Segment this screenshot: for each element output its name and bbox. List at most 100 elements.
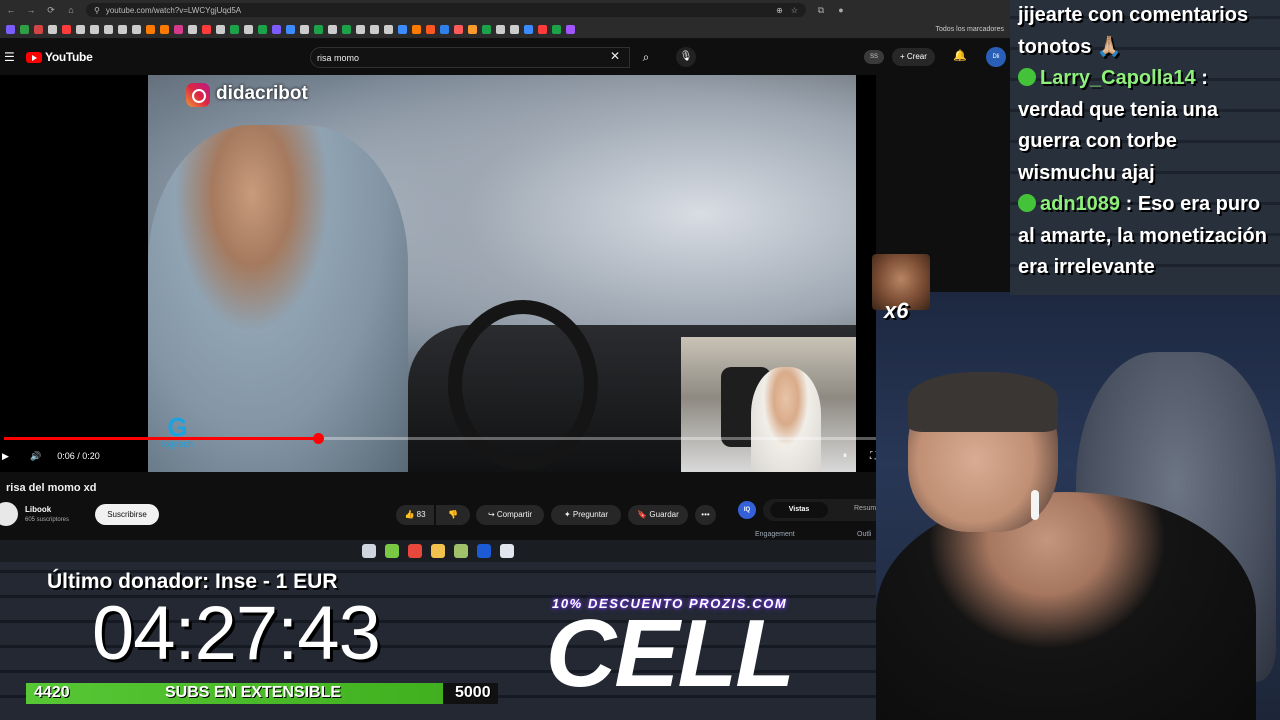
bookmark-favicon-icon[interactable] [510, 24, 519, 34]
taskbar-app-icon[interactable] [500, 544, 514, 558]
bookmark-favicon-icon[interactable] [202, 24, 211, 34]
bookmark-favicon-icon[interactable] [454, 24, 463, 34]
bookmark-favicon-icon[interactable] [384, 24, 393, 34]
outline-label: Outli [857, 531, 872, 538]
taskbar-app-icon[interactable] [362, 544, 376, 558]
share-button[interactable]: ↪ Compartir [476, 505, 544, 525]
logitech-g-icon: G [167, 412, 188, 442]
forward-icon[interactable]: → [26, 5, 36, 15]
cell-brand-logo: CELL [545, 600, 796, 707]
bookmark-favicon-icon[interactable] [412, 24, 421, 34]
search-icon[interactable]: ⌕ [634, 47, 658, 68]
iq-extension-badge[interactable]: IQ [738, 501, 756, 519]
miniplayer-pause-icon[interactable]: ⏸ [843, 451, 847, 461]
bookmark-favicon-icon[interactable] [314, 24, 323, 34]
bookmark-favicon-icon[interactable] [20, 24, 29, 34]
site-info-icon[interactable]: ⚲ [94, 6, 100, 15]
bookmark-favicon-icon[interactable] [356, 24, 365, 34]
youtube-play-icon [26, 51, 42, 63]
bookmark-favicon-icon[interactable] [62, 24, 71, 34]
save-button[interactable]: 🔖 Guardar [628, 505, 688, 525]
bookmark-favicon-icon[interactable] [230, 24, 239, 34]
bookmark-favicon-icon[interactable] [48, 24, 57, 34]
bookmark-favicon-icon[interactable] [244, 24, 253, 34]
time-display: 0:06 / 0:20 [57, 451, 100, 461]
bookmark-favicon-icon[interactable] [426, 24, 435, 34]
bookmark-favicon-icon[interactable] [216, 24, 225, 34]
microphone-icon[interactable]: 🎙 [676, 47, 696, 67]
progress-scrubber[interactable] [312, 433, 324, 444]
bookmark-favicon-icon[interactable] [160, 24, 169, 34]
bookmark-favicon-icon[interactable] [90, 24, 99, 34]
bookmark-favicon-icon[interactable] [34, 24, 43, 34]
bookmark-favicon-icon[interactable] [146, 24, 155, 34]
volume-icon[interactable]: 🔊 [30, 451, 41, 462]
reload-icon[interactable]: ⟳ [46, 5, 56, 16]
bookmark-favicon-icon[interactable] [300, 24, 309, 34]
bookmark-favicon-icon[interactable] [398, 24, 407, 34]
progress-bar[interactable] [4, 433, 876, 444]
url-bar[interactable]: ⚲ youtube.com/watch?v=LWCYgjUqd5A ⊕ ☆ [86, 3, 806, 17]
more-options-button[interactable]: ••• [695, 505, 716, 525]
bookmark-favicon-icon[interactable] [76, 24, 85, 34]
chat-badge-icon [1018, 68, 1036, 86]
channel-name[interactable]: Libook [25, 505, 51, 514]
youtube-header: ☰ YouTube risa momo ✕ ⌕ 🎙 SS + Crear 🔔 D… [0, 39, 1010, 75]
bookmark-star-icon[interactable]: ☆ [791, 6, 798, 15]
bookmark-favicon-icon[interactable] [188, 24, 197, 34]
dislike-button[interactable]: 👎 [436, 505, 470, 525]
bookmark-favicon-icon[interactable] [370, 24, 379, 34]
channel-avatar[interactable] [0, 502, 18, 526]
taskbar-app-icon[interactable] [385, 544, 399, 558]
taskbar-app-icon[interactable] [431, 544, 445, 558]
bookmark-favicon-icon[interactable] [104, 24, 113, 34]
bookmark-favicon-icon[interactable] [440, 24, 449, 34]
bookmark-favicon-icon[interactable] [524, 24, 533, 34]
tab-vistas[interactable]: Vistas [770, 502, 828, 518]
ask-button[interactable]: ✦ Preguntar [551, 505, 621, 525]
bookmark-favicon-icon[interactable] [328, 24, 337, 34]
back-icon[interactable]: ← [6, 5, 16, 15]
bookmark-favicon-icon[interactable] [482, 24, 491, 34]
video-player[interactable]: didacribot G logitech ▶ 🔊 0:06 / 0:20 ⏸ … [0, 75, 877, 472]
youtube-logo[interactable]: YouTube [26, 50, 93, 64]
zoom-icon[interactable]: ⊕ [776, 6, 783, 15]
video-frame[interactable]: didacribot G logitech [148, 75, 856, 472]
account-avatar[interactable]: Dli [986, 47, 1006, 67]
bookmark-favicon-icon[interactable] [6, 24, 15, 34]
like-button[interactable]: 👍 83 [396, 505, 434, 525]
taskbar-app-icon[interactable] [477, 544, 491, 558]
clear-search-icon[interactable]: ✕ [610, 49, 620, 63]
create-button[interactable]: + Crear [892, 48, 935, 66]
bookmark-favicon-icon[interactable] [118, 24, 127, 34]
subscribe-button[interactable]: Suscribirse [95, 504, 159, 525]
all-bookmarks-folder[interactable]: Todos los marcadores [936, 26, 1004, 33]
notifications-bell-icon[interactable]: 🔔 [953, 49, 967, 62]
taskbar-app-icon[interactable] [454, 544, 468, 558]
bookmark-favicon-icon[interactable] [566, 24, 575, 34]
bookmark-favicon-icon[interactable] [342, 24, 351, 34]
bookmark-favicon-icon[interactable] [496, 24, 505, 34]
bookmark-favicon-icon[interactable] [132, 24, 141, 34]
more-icon: ••• [701, 510, 710, 519]
tab-resumen[interactable]: Resum [854, 505, 876, 512]
bookmark-favicon-icon[interactable] [258, 24, 267, 34]
profile-icon[interactable]: ● [836, 5, 846, 15]
streamer-hair [908, 372, 1058, 432]
subs-current-count: 4420 [34, 684, 70, 701]
search-input[interactable]: risa momo [310, 47, 630, 68]
bookmark-favicon-icon[interactable] [174, 24, 183, 34]
bookmark-favicon-icon[interactable] [272, 24, 281, 34]
ss-badge[interactable]: SS [864, 50, 884, 64]
home-icon[interactable]: ⌂ [66, 5, 76, 15]
bookmark-favicon-icon[interactable] [468, 24, 477, 34]
hamburger-menu-icon[interactable]: ☰ [4, 50, 22, 64]
bookmark-favicon-icon[interactable] [286, 24, 295, 34]
engagement-label: Engagement [755, 531, 795, 538]
bookmark-favicon-icon[interactable] [552, 24, 561, 34]
bookmark-favicon-icon[interactable] [538, 24, 547, 34]
play-icon[interactable]: ▶ [2, 451, 12, 462]
taskbar-app-icon[interactable] [408, 544, 422, 558]
extensions-icon[interactable]: ⧉ [816, 5, 826, 16]
like-count: 83 [416, 510, 426, 519]
